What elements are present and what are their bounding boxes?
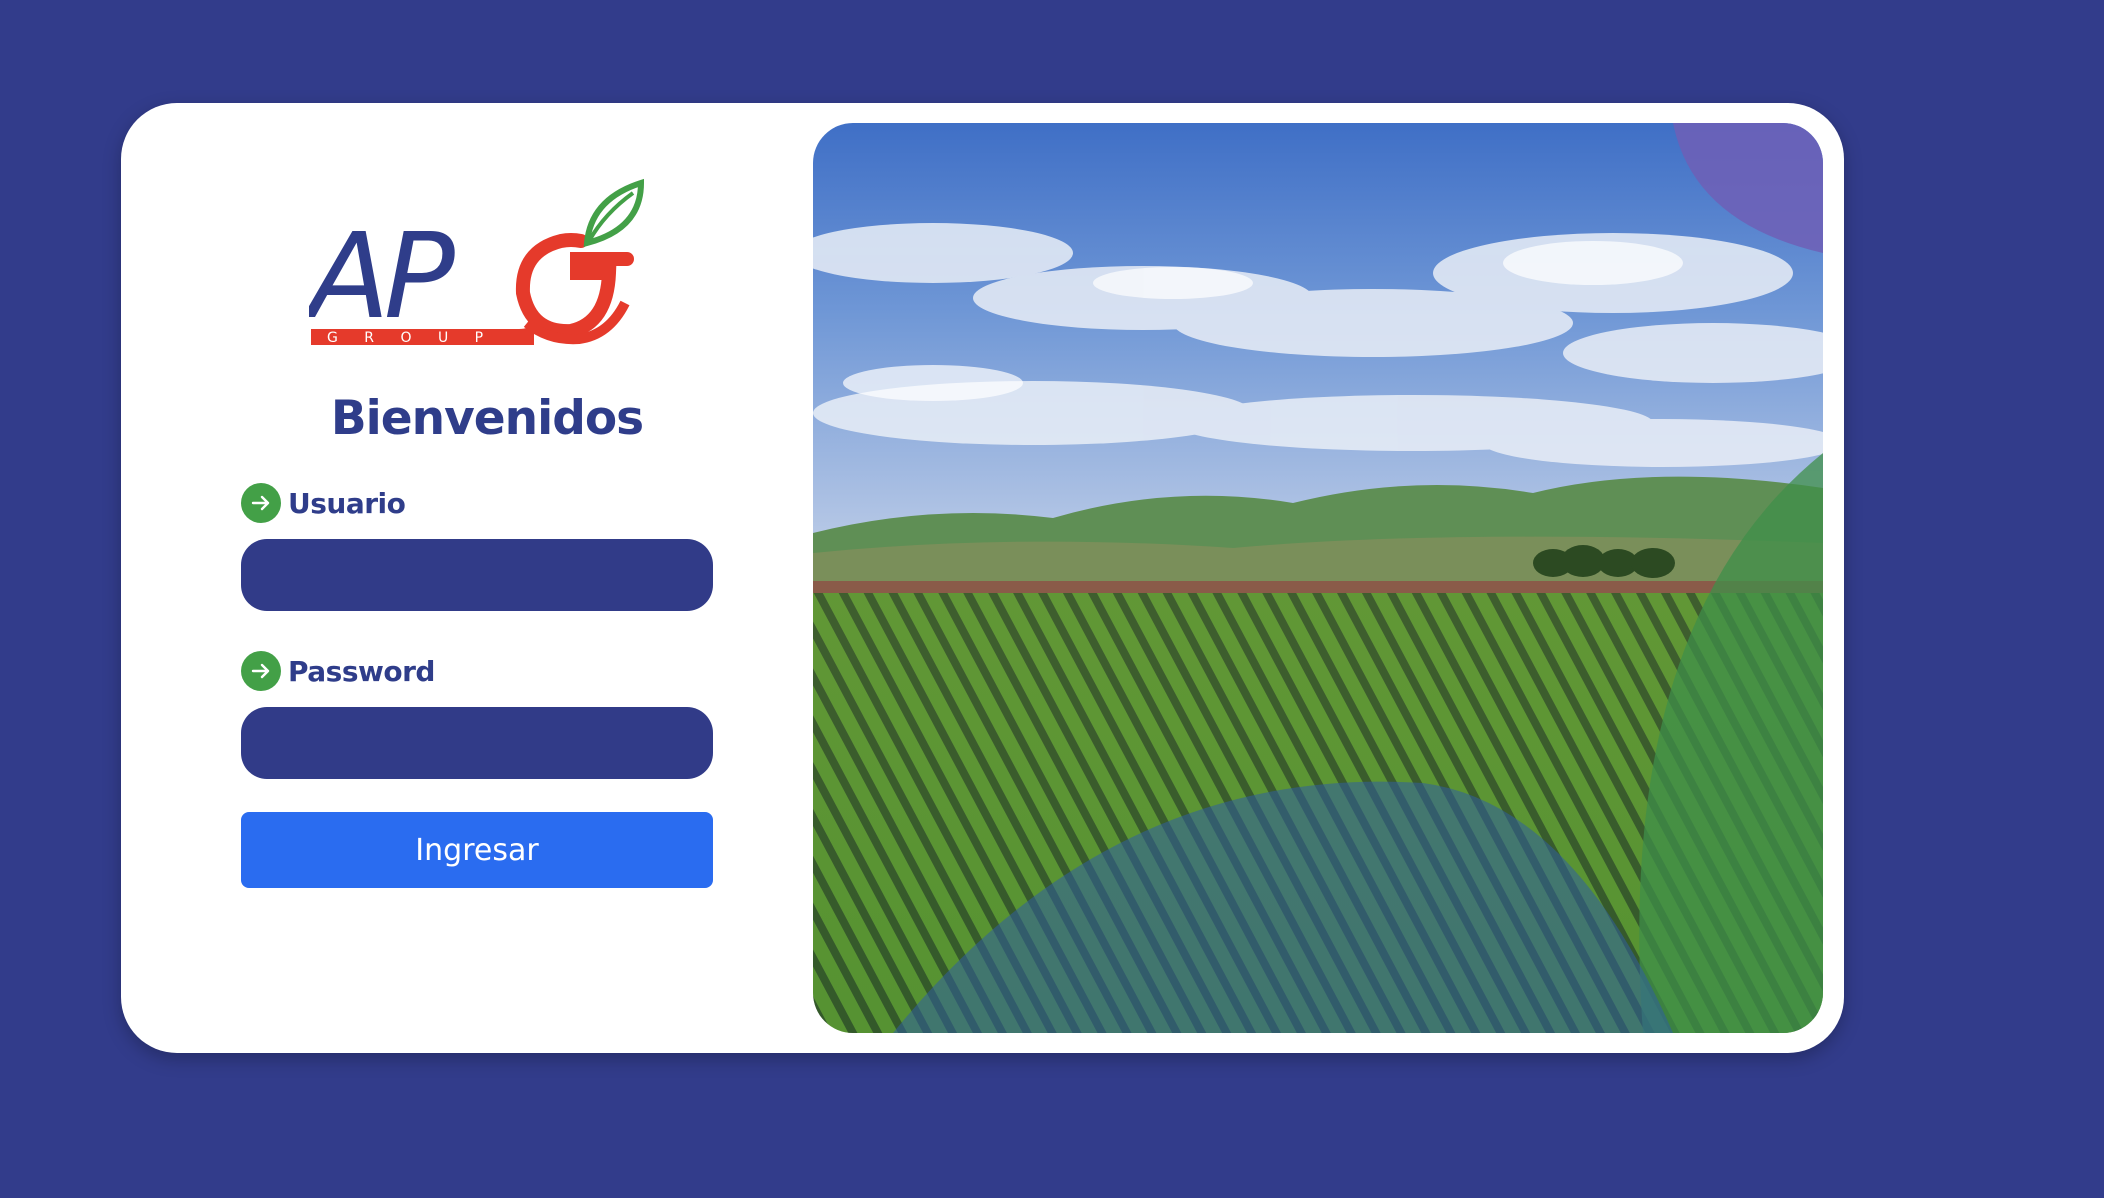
password-label-text: Password [288, 654, 435, 688]
password-input[interactable] [241, 707, 713, 779]
logo-letters: AP [309, 207, 455, 345]
hero-image [813, 123, 1823, 1033]
login-button[interactable]: Ingresar [241, 812, 713, 888]
apg-logo: G R O U P AP [302, 173, 649, 363]
arrow-right-circle-icon [241, 651, 281, 691]
arrow-right-circle-icon [241, 483, 281, 523]
login-card: G R O U P AP Bienvenidos Usuario Passwor… [121, 103, 1844, 1053]
login-panel: G R O U P AP Bienvenidos Usuario Passwor… [121, 103, 801, 1053]
username-label: Usuario [241, 483, 406, 523]
username-label-text: Usuario [288, 486, 406, 520]
username-input[interactable] [241, 539, 713, 611]
password-label: Password [241, 651, 435, 691]
welcome-heading: Bienvenidos [330, 391, 644, 446]
